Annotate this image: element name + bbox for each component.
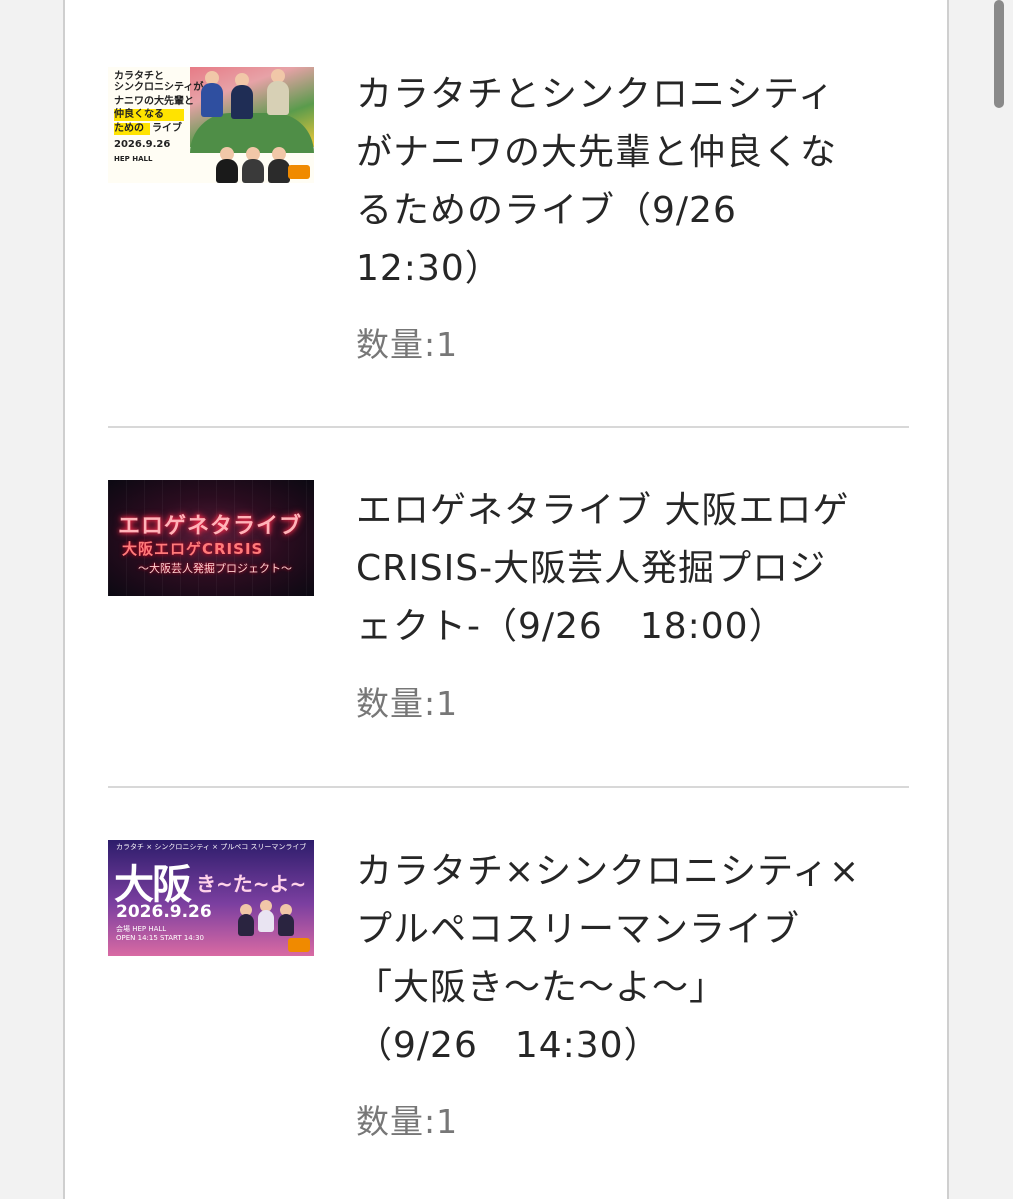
item-divider: [108, 426, 909, 428]
thumbnail-text: カラタチ × シンクロニシティ × プルペコ スリーマンライブ: [116, 843, 307, 851]
event-title[interactable]: カラタチとシンクロニシティ がナニワの大先輩と仲良くな るためのライブ（9/26…: [356, 66, 906, 298]
thumbnail-person: [216, 159, 238, 183]
thumbnail-times: OPEN 14:15 START 14:30: [116, 934, 205, 942]
thumbnail-date: 2026.9.26: [114, 139, 171, 150]
thumbnail-venue: HEP HALL: [114, 155, 153, 163]
event-title[interactable]: カラタチ×シンクロニシティ× プルペコスリーマンライブ 「大阪き〜た〜よ〜」 （…: [356, 843, 906, 1075]
thumbnail-title-kana: き~た~よ~: [196, 872, 307, 896]
thumbnail-venue: 会場 HEP HALL: [116, 925, 167, 933]
thumbnail-text: シンクロニシティが: [114, 82, 204, 93]
thumbnail-person: [242, 159, 264, 183]
thumbnail-text: ライブ: [152, 123, 182, 134]
thumbnail-person: [278, 914, 294, 936]
thumbnail-person: [258, 910, 274, 932]
event-thumbnail[interactable]: カラタチと シンクロニシティが ナニワの大先輩と 仲良くなる ための ライブ 2…: [108, 67, 314, 183]
thumbnail-person: [231, 85, 253, 119]
item-divider: [108, 786, 909, 788]
thumbnail-neon-caption: 〜大阪芸人発掘プロジェクト〜: [138, 562, 292, 575]
thumbnail-person: [268, 159, 290, 183]
brand-logo: [288, 938, 310, 952]
event-thumbnail[interactable]: カラタチ × シンクロニシティ × プルペコ スリーマンライブ 大阪 き~た~よ…: [108, 840, 314, 956]
quantity-label: 数量:1: [356, 325, 459, 364]
thumbnail-text: ための: [114, 123, 144, 134]
scrollbar-thumb[interactable]: [994, 0, 1004, 108]
quantity-label: 数量:1: [356, 684, 459, 723]
thumbnail-person: [267, 81, 289, 115]
thumbnail-date: 2026.9.26: [116, 902, 212, 922]
event-title[interactable]: エロゲネタライブ 大阪エロゲ CRISIS-大阪芸人発掘プロジ ェクト-（9/2…: [356, 482, 906, 656]
thumbnail-text: 仲良くなる: [114, 109, 164, 120]
thumbnail-text: ナニワの大先輩と: [114, 96, 194, 107]
brand-logo: [288, 165, 310, 179]
thumbnail-person: [201, 83, 223, 117]
thumbnail-neon-subtitle: 大阪エロゲCRISIS: [122, 540, 264, 558]
event-thumbnail[interactable]: エロゲネタライブ 大阪エロゲCRISIS 〜大阪芸人発掘プロジェクト〜: [108, 480, 314, 596]
cart-panel: カラタチと シンクロニシティが ナニワの大先輩と 仲良くなる ための ライブ 2…: [63, 0, 949, 1199]
thumbnail-neon-title: エロゲネタライブ: [118, 514, 303, 539]
thumbnail-person: [238, 914, 254, 936]
quantity-label: 数量:1: [356, 1102, 459, 1141]
